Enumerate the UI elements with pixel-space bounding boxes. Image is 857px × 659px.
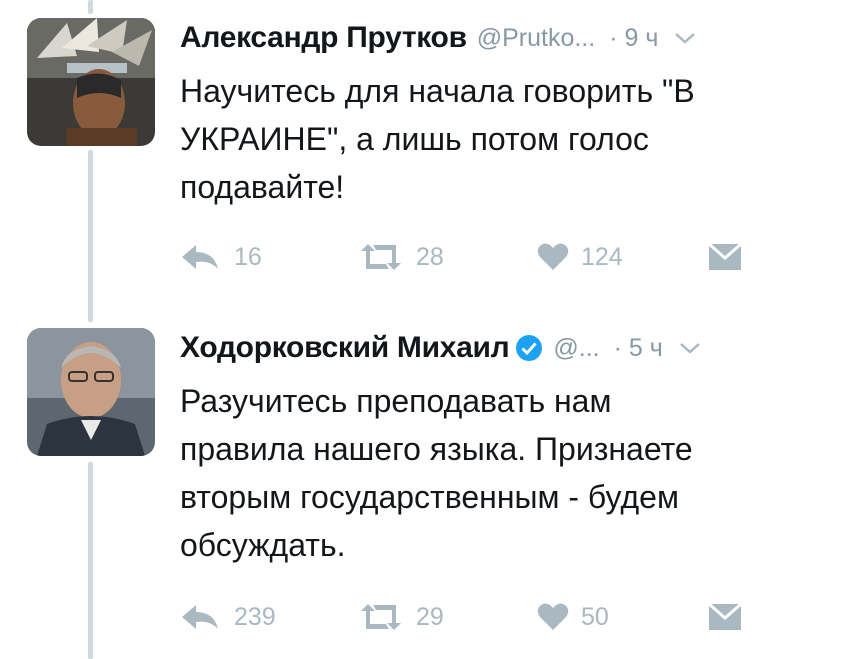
- retweet-button[interactable]: 28: [358, 240, 444, 274]
- author-handle[interactable]: @...: [553, 334, 599, 363]
- author-name[interactable]: Александр Прутков: [180, 21, 467, 55]
- author-handle[interactable]: @Prutko...: [477, 24, 595, 53]
- reply-icon: [182, 245, 218, 269]
- tweet-text-line: УКРАИНЕ", а лишь потом голос: [180, 121, 649, 157]
- tweet-timestamp[interactable]: · 9 ч: [609, 24, 658, 53]
- reply-button[interactable]: 239: [180, 600, 276, 634]
- retweet-count: 28: [416, 242, 444, 271]
- retweet-count: 29: [416, 602, 444, 631]
- reply-button[interactable]: 16: [180, 240, 262, 274]
- tweet-text-line: Научитесь для начала говорить "В: [180, 73, 695, 109]
- tweet-timestamp[interactable]: · 5 ч: [614, 334, 663, 363]
- direct-message-button[interactable]: [708, 600, 742, 634]
- author-name[interactable]: Ходорковский Михаил: [180, 331, 510, 365]
- envelope-icon: [708, 243, 742, 270]
- tweet-text-line: подавайте!: [180, 169, 345, 205]
- tweet-text: Разучитесь преподавать нам правила нашег…: [180, 377, 820, 569]
- tweet-actions: 16 28 124: [180, 240, 780, 274]
- heart-icon: [537, 603, 569, 630]
- reply-count: 16: [234, 242, 262, 271]
- like-count: 50: [581, 602, 609, 631]
- like-button[interactable]: 124: [537, 240, 623, 274]
- heart-icon: [537, 243, 569, 270]
- retweet-icon: [361, 604, 401, 630]
- chevron-down-icon[interactable]: [679, 341, 701, 355]
- chevron-down-icon[interactable]: [674, 31, 696, 45]
- reply-count: 239: [234, 602, 276, 631]
- retweet-icon: [361, 244, 401, 270]
- like-button[interactable]: 50: [537, 600, 609, 634]
- avatar[interactable]: [27, 328, 155, 456]
- tweet[interactable]: Александр Прутков @Prutko... · 9 ч Научи…: [0, 0, 857, 300]
- tweet-text: Научитесь для начала говорить "В УКРАИНЕ…: [180, 67, 820, 211]
- tweet-actions: 239 29 50: [180, 600, 780, 634]
- tweet-text-line: обсуждать.: [180, 527, 346, 563]
- like-count: 124: [581, 242, 623, 271]
- tweet[interactable]: Ходорковский Михаил @... · 5 ч Разучитес…: [0, 310, 857, 659]
- tweet-text-line: Разучитесь преподавать нам: [180, 383, 612, 419]
- tweet-text-line: вторым государственным - будем: [180, 479, 679, 515]
- avatar[interactable]: [27, 18, 155, 146]
- retweet-button[interactable]: 29: [358, 600, 444, 634]
- direct-message-button[interactable]: [708, 240, 742, 274]
- tweet-text-line: правила нашего языка. Признаете: [180, 431, 693, 467]
- verified-badge-icon: [516, 335, 543, 361]
- envelope-icon: [708, 603, 742, 630]
- reply-icon: [182, 605, 218, 629]
